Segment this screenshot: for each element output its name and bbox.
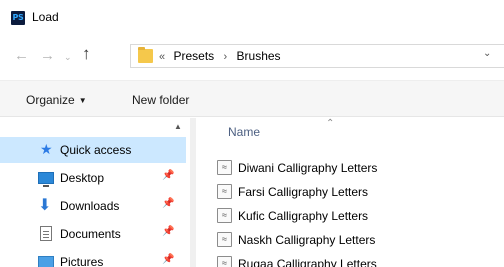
recent-locations-chevron-icon[interactable]: ⌄: [64, 49, 72, 65]
breadcrumb: « Presets › Brushes: [159, 49, 281, 64]
address-row: ← → ⌄ ↑ « Presets › Brushes ⌄: [0, 34, 504, 80]
folder-icon: [138, 47, 153, 63]
photoshop-app-icon: PS: [11, 11, 25, 25]
address-dropdown-chevron-icon[interactable]: ⌄: [483, 48, 491, 59]
sidebar-item-label: Desktop: [60, 171, 105, 185]
up-arrow-icon[interactable]: ↑: [82, 45, 91, 62]
breadcrumb-separator[interactable]: ›: [218, 51, 234, 63]
list-item[interactable]: ≈ Naskh Calligraphy Letters: [196, 228, 504, 252]
sidebar-item-label: Pictures: [60, 255, 104, 267]
window-title: Load: [32, 10, 59, 24]
navigation-pane: ▲ ★ Quick access Desktop 📌 ⬇ Downloads 📌…: [0, 118, 196, 267]
sidebar-item-label: Quick access: [60, 143, 132, 157]
sidebar-item-quick-access[interactable]: ★ Quick access: [0, 137, 186, 163]
breadcrumb-overflow[interactable]: «: [159, 51, 170, 63]
sidebar-item-label: Documents: [60, 227, 121, 241]
sidebar-item-documents[interactable]: Documents 📌: [0, 221, 186, 247]
back-arrow-icon[interactable]: ←: [14, 48, 29, 64]
title-bar: PS Load: [0, 0, 504, 34]
pictures-icon: [38, 256, 54, 267]
organize-label: Organize: [26, 93, 75, 107]
forward-arrow-icon[interactable]: →: [40, 48, 55, 64]
list-item[interactable]: ≈ Ruqaa Calligraphy Letters: [196, 252, 504, 267]
sidebar-item-pictures[interactable]: Pictures 📌: [0, 249, 186, 267]
pin-icon[interactable]: 📌: [162, 198, 174, 209]
file-name: Diwani Calligraphy Letters: [238, 161, 378, 175]
breadcrumb-presets[interactable]: Presets: [173, 49, 214, 63]
list-item[interactable]: ≈ Farsi Calligraphy Letters: [196, 180, 504, 204]
file-name: Ruqaa Calligraphy Letters: [238, 257, 377, 267]
scroll-up-arrow-icon[interactable]: ▲: [174, 122, 182, 131]
brush-file-icon: ≈: [217, 160, 232, 175]
pin-icon[interactable]: 📌: [162, 254, 174, 265]
list-item[interactable]: ≈ Diwani Calligraphy Letters: [196, 156, 504, 180]
file-name: Farsi Calligraphy Letters: [238, 185, 369, 199]
sort-ascending-icon: ⌃: [326, 118, 335, 129]
file-name: Kufic Calligraphy Letters: [238, 209, 369, 223]
brush-file-icon: ≈: [217, 184, 232, 199]
command-bar: Organize ▼ New folder: [0, 81, 504, 117]
desktop-icon: [38, 172, 54, 187]
address-bar[interactable]: « Presets › Brushes ⌄: [130, 44, 504, 68]
breadcrumb-brushes[interactable]: Brushes: [237, 49, 281, 63]
column-header-name[interactable]: Name: [228, 125, 260, 139]
organize-button[interactable]: Organize ▼: [26, 93, 87, 109]
sidebar-item-desktop[interactable]: Desktop 📌: [0, 165, 186, 191]
sidebar-item-label: Downloads: [60, 199, 120, 213]
file-name: Naskh Calligraphy Letters: [238, 233, 376, 247]
list-item[interactable]: ≈ Kufic Calligraphy Letters: [196, 204, 504, 228]
pin-icon[interactable]: 📌: [162, 226, 174, 237]
brush-file-icon: ≈: [217, 232, 232, 247]
dropdown-caret-icon: ▼: [78, 96, 87, 105]
brush-file-icon: ≈: [217, 256, 232, 267]
new-folder-button[interactable]: New folder: [132, 93, 189, 107]
file-list-pane: ⌃ Name ≈ Diwani Calligraphy Letters ≈ Fa…: [196, 118, 504, 267]
brush-file-icon: ≈: [217, 208, 232, 223]
document-icon: [40, 226, 52, 241]
sidebar-item-downloads[interactable]: ⬇ Downloads 📌: [0, 193, 186, 219]
star-icon: ★: [40, 141, 53, 157]
pin-icon[interactable]: 📌: [162, 170, 174, 181]
download-arrow-icon: ⬇: [38, 197, 52, 214]
